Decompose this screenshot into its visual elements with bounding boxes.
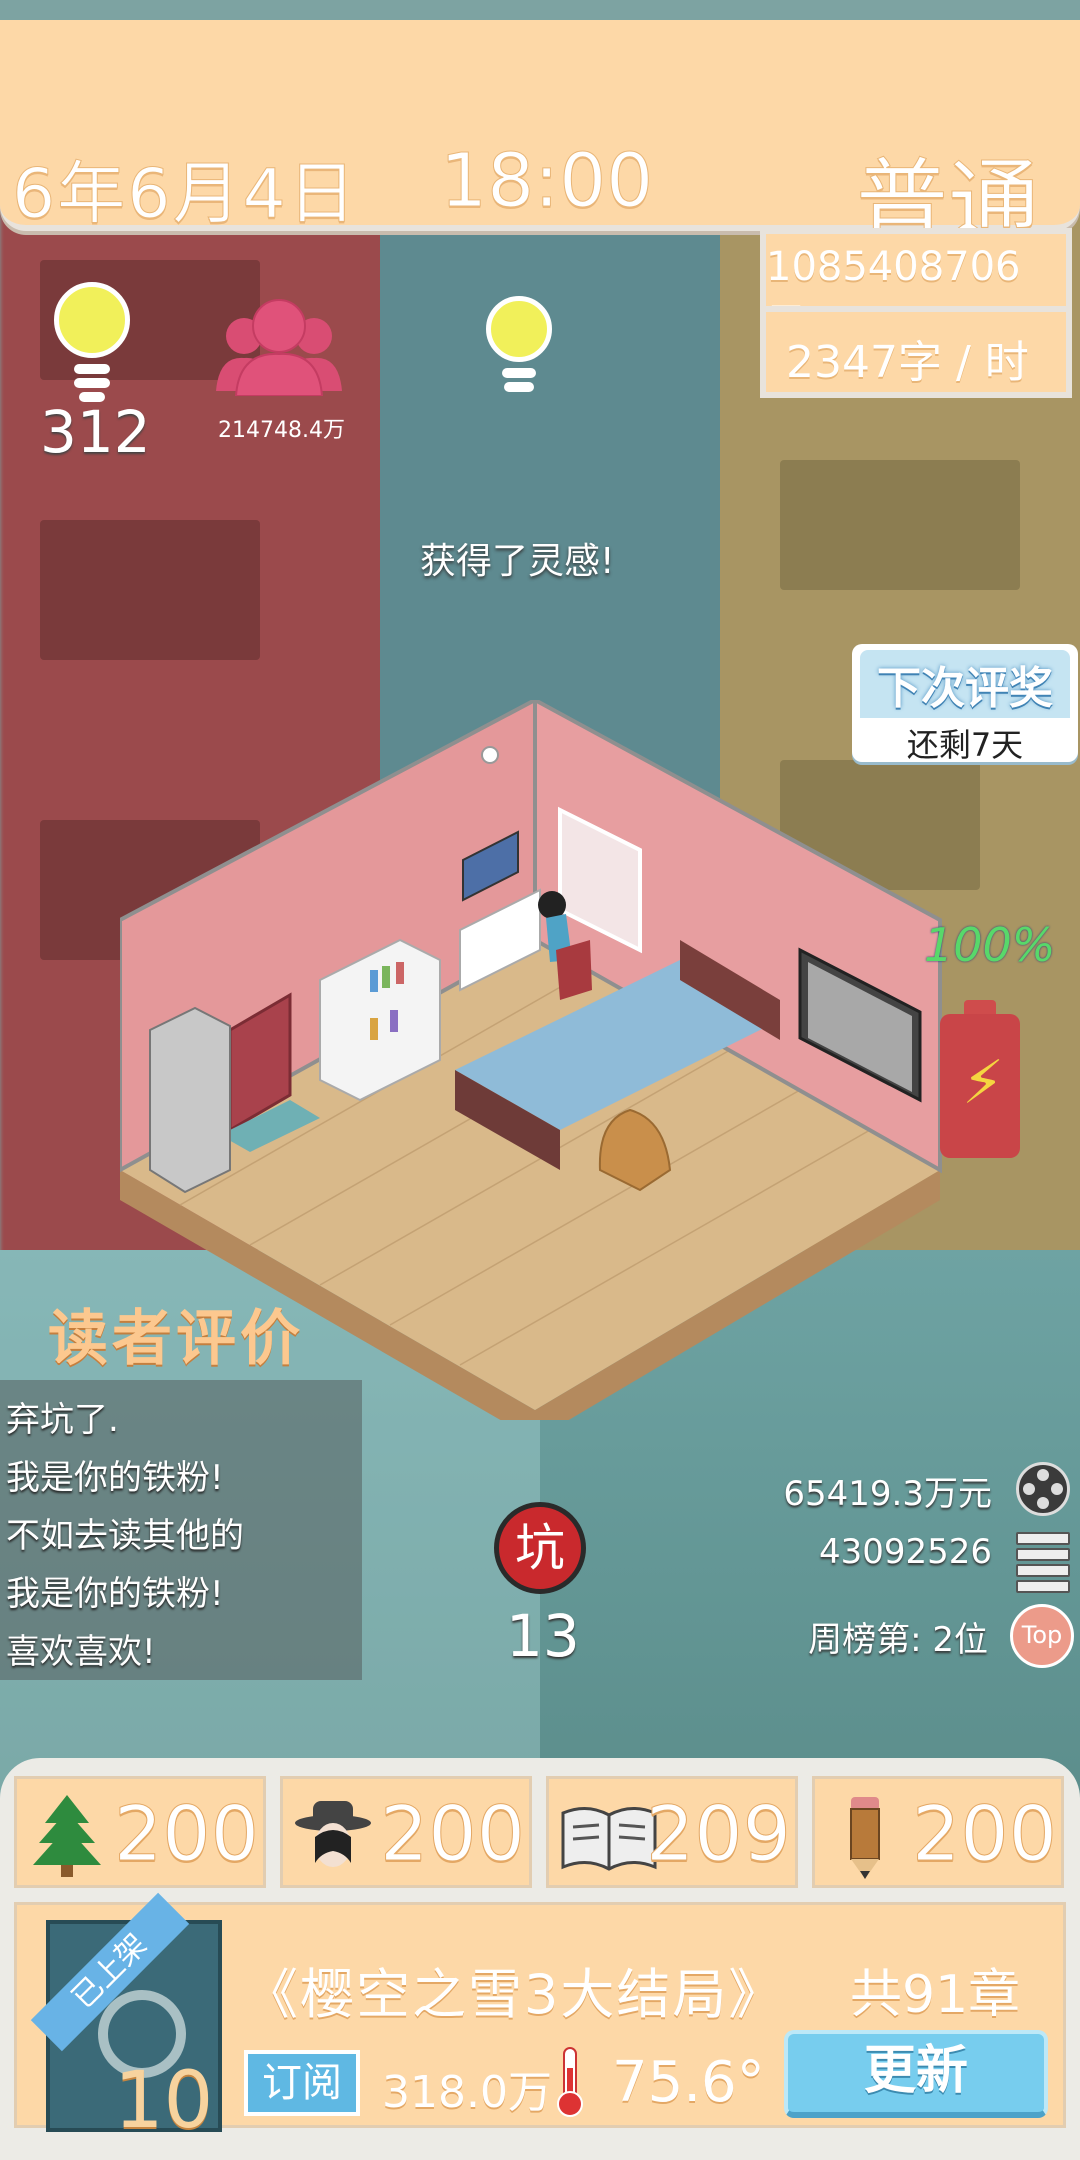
inspiration-count: 312 bbox=[40, 398, 151, 466]
game-date: 6年6月4日 bbox=[12, 155, 358, 235]
resource-value: 200 bbox=[379, 1789, 525, 1879]
weekly-rank: 周榜第: 2位 bbox=[808, 1620, 988, 1660]
writing-speed-display: 2347字 / 时 bbox=[760, 306, 1072, 398]
tree-icon bbox=[33, 1795, 101, 1877]
battery-icon[interactable]: ⚡ bbox=[940, 1000, 1020, 1160]
resource-value: 209 bbox=[645, 1789, 791, 1879]
book-title: 《樱空之雪3大结局》 bbox=[244, 1963, 785, 2026]
books-stack-icon[interactable] bbox=[1016, 1532, 1070, 1593]
bulb-glass bbox=[486, 296, 552, 362]
review-line: 喜欢喜欢! bbox=[6, 1632, 156, 1672]
chapter-count: 共91章 bbox=[850, 1965, 1021, 2025]
bulb-base bbox=[74, 364, 110, 374]
open-book-icon bbox=[561, 1807, 657, 1871]
resource-pencil[interactable]: 200 bbox=[812, 1776, 1064, 1888]
thermometer-icon bbox=[557, 2047, 583, 2117]
fans-icon[interactable] bbox=[214, 296, 344, 396]
bulb-base bbox=[74, 378, 110, 388]
film-reel-icon[interactable] bbox=[1016, 1462, 1070, 1516]
reader-reviews-panel: 弃坑了. 我是你的铁粉! 不如去读其他的 我是你的铁粉! 喜欢喜欢! bbox=[0, 1380, 362, 1680]
total-words-value: 43092526 bbox=[818, 1532, 992, 1572]
background-window bbox=[40, 520, 260, 660]
reader-reviews-title: 读者评价 bbox=[48, 1304, 304, 1374]
book-heat: 75.6° bbox=[612, 2050, 765, 2115]
lightning-icon: ⚡ bbox=[962, 1048, 1005, 1118]
update-button[interactable]: 更新 bbox=[784, 2030, 1048, 2118]
character-icon bbox=[295, 1801, 371, 1867]
review-line: 弃坑了. bbox=[6, 1400, 119, 1440]
cover-number: 10 bbox=[114, 2056, 214, 2146]
review-line: 我是你的铁粉! bbox=[6, 1458, 224, 1498]
pit-count: 13 bbox=[506, 1602, 580, 1670]
resource-value: 200 bbox=[113, 1789, 259, 1879]
resource-tree[interactable]: 200 bbox=[14, 1776, 266, 1888]
air-conditioner bbox=[149, 1006, 231, 1194]
bulb-base bbox=[504, 382, 534, 392]
fans-count: 214748.4万 bbox=[218, 418, 345, 443]
bulb-glass bbox=[54, 282, 130, 358]
clock-icon bbox=[481, 746, 499, 764]
inspiration-bulb-icon[interactable] bbox=[54, 282, 130, 402]
resource-character[interactable]: 200 bbox=[280, 1776, 532, 1888]
game-time: 18:00 bbox=[439, 138, 654, 225]
top-rank-icon[interactable]: Top bbox=[1010, 1604, 1074, 1668]
pencil-icon bbox=[850, 1797, 880, 1879]
writing-speed-value: 2347字 / 时 bbox=[786, 337, 1029, 388]
notification-message: 获得了灵感! bbox=[420, 541, 615, 582]
chair bbox=[556, 940, 592, 1000]
resource-book[interactable]: 209 bbox=[546, 1776, 798, 1888]
energy-percent: 100% bbox=[924, 918, 1056, 972]
subscribe-button[interactable]: 订阅 bbox=[244, 2050, 360, 2116]
top-status-bar: 6年6月4日 18:00 普通 bbox=[0, 20, 1080, 257]
background-window bbox=[780, 460, 1020, 590]
writer-character bbox=[538, 891, 566, 919]
resource-value: 200 bbox=[911, 1789, 1057, 1879]
bulb-base bbox=[502, 368, 536, 378]
subscription-count: 318.0万 bbox=[382, 2067, 552, 2118]
review-line: 我是你的铁粉! bbox=[6, 1574, 224, 1614]
money-display: 1085408706元 bbox=[760, 228, 1072, 346]
income-value: 65419.3万元 bbox=[783, 1474, 992, 1514]
review-line: 不如去读其他的 bbox=[6, 1516, 244, 1556]
pit-icon[interactable]: 坑 bbox=[494, 1502, 586, 1594]
idea-bulb-icon[interactable] bbox=[486, 296, 552, 416]
